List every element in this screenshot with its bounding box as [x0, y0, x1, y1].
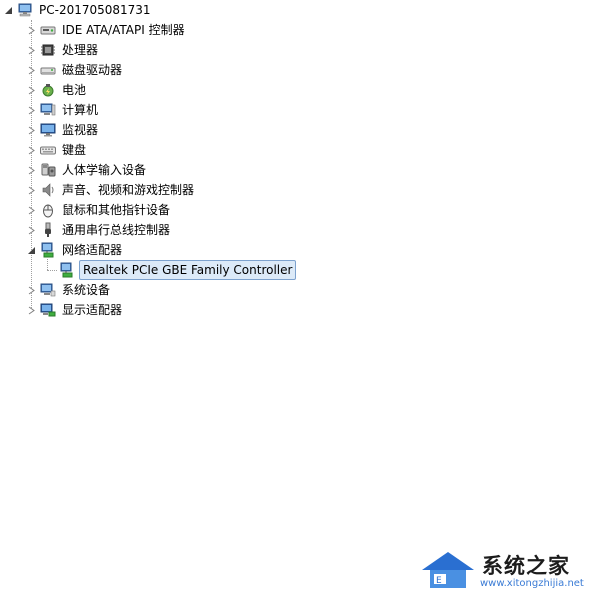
computer-root-icon: [17, 2, 33, 18]
tree-item-label: 处理器: [62, 43, 99, 57]
expand-arrow-icon[interactable]: [27, 206, 36, 215]
tree-line-child-h: [47, 270, 57, 271]
tree-child-device[interactable]: Realtek PCIe GBE Family Controller: [59, 260, 297, 280]
expand-arrow-icon[interactable]: [27, 126, 36, 135]
watermark-url: www.xitongzhijia.net: [480, 578, 584, 589]
tree-item-label: 监视器: [62, 123, 99, 137]
expand-arrow-icon[interactable]: [27, 106, 36, 115]
keyboard-icon: [40, 142, 56, 158]
computer-icon: [40, 102, 56, 118]
tree-item-label: 计算机: [62, 103, 99, 117]
tree-item-label: 人体学输入设备: [62, 163, 147, 177]
network-adapter-icon: [59, 262, 75, 278]
tree-item-processor[interactable]: 处理器: [27, 40, 100, 60]
tree-item-mouse[interactable]: 鼠标和其他指针设备: [27, 200, 172, 220]
expand-arrow-icon[interactable]: [27, 186, 36, 195]
watermark: E 系统之家 www.xitongzhijia.net: [418, 546, 588, 592]
mouse-icon: [40, 202, 56, 218]
tree-item-monitor[interactable]: 监视器: [27, 120, 100, 140]
collapse-arrow-icon[interactable]: [27, 246, 36, 255]
tree-child-label: Realtek PCIe GBE Family Controller: [79, 260, 297, 280]
tree-item-computer[interactable]: 计算机: [27, 100, 100, 120]
tree-item-label: 通用串行总线控制器: [62, 223, 171, 237]
tree-item-disk-drive[interactable]: 磁盘驱动器: [27, 60, 124, 80]
svg-text:E: E: [436, 576, 442, 586]
collapse-arrow-icon[interactable]: [4, 6, 13, 15]
display-adapter-icon: [40, 302, 56, 318]
network-adapter-icon: [40, 242, 56, 258]
tree-item-usb[interactable]: 通用串行总线控制器: [27, 220, 172, 240]
expand-arrow-icon[interactable]: [27, 286, 36, 295]
watermark-logo-icon: E: [422, 552, 474, 588]
tree-item-battery[interactable]: 电池: [27, 80, 88, 100]
tree-line-child: [47, 259, 48, 270]
tree-item-speaker[interactable]: 声音、视频和游戏控制器: [27, 180, 196, 200]
ide-controller-icon: [40, 22, 56, 38]
tree-item-label: 磁盘驱动器: [62, 63, 123, 77]
tree-root-label: PC-201705081731: [39, 3, 151, 17]
processor-icon: [40, 42, 56, 58]
expand-arrow-icon[interactable]: [27, 86, 36, 95]
system-device-icon: [40, 282, 56, 298]
tree-item-label: IDE ATA/ATAPI 控制器: [62, 23, 185, 37]
tree-item-network-adapter[interactable]: 网络适配器: [27, 240, 124, 260]
tree-item-label: 声音、视频和游戏控制器: [62, 183, 195, 197]
battery-icon: [40, 82, 56, 98]
tree-item-label: 网络适配器: [62, 243, 123, 257]
tree-item-display-adapter[interactable]: 显示适配器: [27, 300, 124, 320]
expand-arrow-icon[interactable]: [27, 66, 36, 75]
monitor-icon: [40, 122, 56, 138]
tree-item-label: 显示适配器: [62, 303, 123, 317]
expand-arrow-icon[interactable]: [27, 46, 36, 55]
watermark-text: 系统之家: [482, 554, 570, 578]
tree-item-ide-controller[interactable]: IDE ATA/ATAPI 控制器: [27, 20, 187, 40]
expand-arrow-icon[interactable]: [27, 166, 36, 175]
tree-item-hid[interactable]: 人体学输入设备: [27, 160, 148, 180]
tree-item-label: 键盘: [62, 143, 87, 157]
tree-item-label: 电池: [62, 83, 87, 97]
speaker-icon: [40, 182, 56, 198]
expand-arrow-icon[interactable]: [27, 226, 36, 235]
usb-icon: [40, 222, 56, 238]
disk-drive-icon: [40, 62, 56, 78]
expand-arrow-icon[interactable]: [27, 306, 36, 315]
tree-item-keyboard[interactable]: 键盘: [27, 140, 88, 160]
hid-icon: [40, 162, 56, 178]
tree-item-label: 鼠标和其他指针设备: [62, 203, 171, 217]
tree-item-system-device[interactable]: 系统设备: [27, 280, 112, 300]
expand-arrow-icon[interactable]: [27, 26, 36, 35]
tree-root[interactable]: PC-201705081731: [4, 0, 153, 20]
expand-arrow-icon[interactable]: [27, 146, 36, 155]
tree-item-label: 系统设备: [62, 283, 111, 297]
